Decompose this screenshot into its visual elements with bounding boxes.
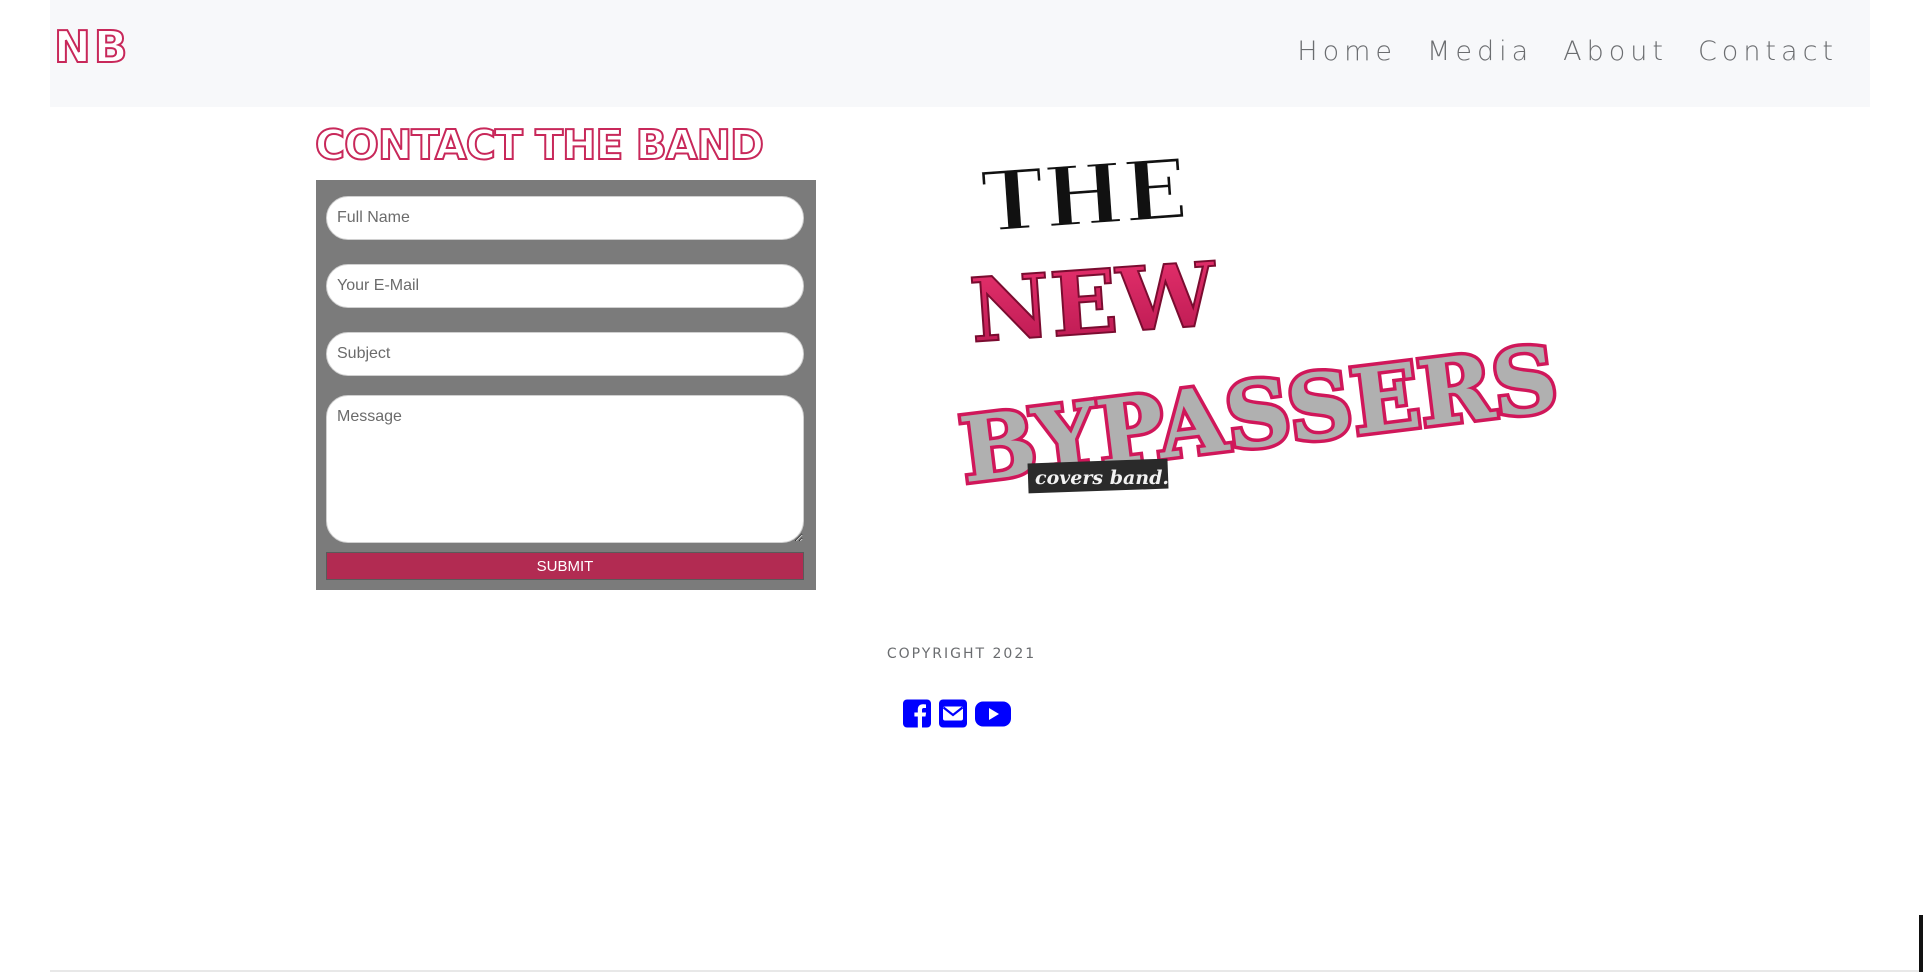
message-textarea[interactable] [326, 395, 804, 543]
contact-title: Contact the band [314, 121, 765, 169]
full-name-input[interactable] [326, 196, 804, 240]
navbar: NB Home Media About Contact [50, 0, 1870, 107]
main-nav: Home Media About Contact [1267, 34, 1838, 70]
logo-word-the: THE [978, 139, 1190, 252]
vertical-scrollbar-thumb[interactable] [1919, 915, 1923, 972]
nav-link-media[interactable]: Media [1427, 34, 1533, 70]
nav-link-home[interactable]: Home [1297, 34, 1397, 70]
contact-form: SUBMIT [316, 180, 816, 590]
youtube-link[interactable] [975, 699, 1011, 728]
facebook-icon [903, 699, 931, 728]
nav-link-contact[interactable]: Contact [1698, 34, 1838, 70]
nav-link-about[interactable]: About [1563, 34, 1668, 70]
logo-word-new: NEW [967, 242, 1221, 363]
submit-button[interactable]: SUBMIT [326, 552, 804, 580]
envelope-icon [939, 699, 967, 728]
subject-input[interactable] [326, 332, 804, 376]
facebook-link[interactable] [903, 699, 931, 728]
band-logo: THE NEW BYPASSERS covers band. [951, 137, 1566, 500]
email-input[interactable] [326, 264, 804, 308]
social-links [903, 699, 1019, 728]
brand-logo[interactable]: NB [53, 25, 130, 71]
youtube-icon [975, 701, 1011, 727]
copyright-text: COPYRIGHT 2021 [886, 646, 1037, 662]
email-link[interactable] [939, 699, 967, 728]
logo-tagline: covers band. [1035, 467, 1169, 489]
